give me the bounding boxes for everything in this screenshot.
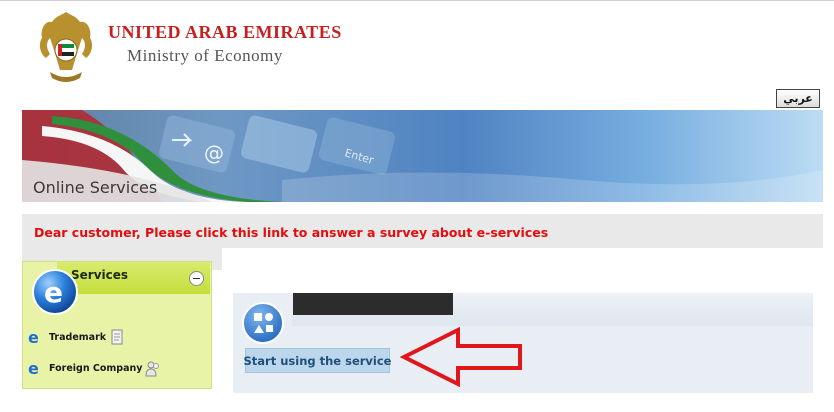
sidebar-item-label: Foreign Company	[49, 362, 143, 374]
online-services-banner: @ Enter Online Services	[22, 110, 823, 202]
services-header[interactable]: Services	[57, 262, 210, 294]
pointer-arrow-icon	[400, 327, 522, 387]
e-services-logo-icon: e	[32, 269, 78, 315]
top-divider	[0, 0, 834, 1]
sidebar-item-label: Trademark	[49, 331, 107, 343]
arabic-language-button[interactable]: عربي	[776, 89, 820, 108]
sidebar-item-foreign-company[interactable]: e Foreign Company	[27, 359, 161, 377]
start-service-label: Start using the service	[243, 353, 392, 368]
sidebar-item-trademark[interactable]: e Trademark	[27, 328, 125, 346]
services-panel: Services e e Trademark e Foreign Company	[22, 261, 212, 389]
svg-text:@: @	[204, 141, 224, 165]
survey-bar: Dear customer, Please click this link to…	[22, 214, 823, 248]
services-title: Services	[71, 268, 129, 282]
ie-link-icon: e	[28, 360, 39, 376]
svg-text:e: e	[44, 276, 63, 309]
service-shapes-icon	[242, 302, 284, 344]
uae-emblem-logo	[39, 12, 93, 82]
collapse-icon[interactable]	[189, 271, 204, 286]
start-service-button[interactable]: Start using the service	[243, 348, 392, 373]
foreign-company-users-icon	[145, 361, 160, 377]
survey-link[interactable]: Dear customer, Please click this link to…	[34, 225, 548, 240]
ie-link-icon: e	[28, 329, 39, 345]
trademark-doc-icon	[111, 329, 123, 345]
banner-title: Online Services	[33, 178, 158, 197]
svg-text:e: e	[28, 329, 39, 345]
ministry-name: Ministry of Economy	[127, 46, 283, 65]
svg-text:e: e	[28, 360, 39, 376]
org-name: UNITED ARAB EMIRATES	[108, 22, 342, 42]
redacted-service-name	[293, 293, 453, 315]
